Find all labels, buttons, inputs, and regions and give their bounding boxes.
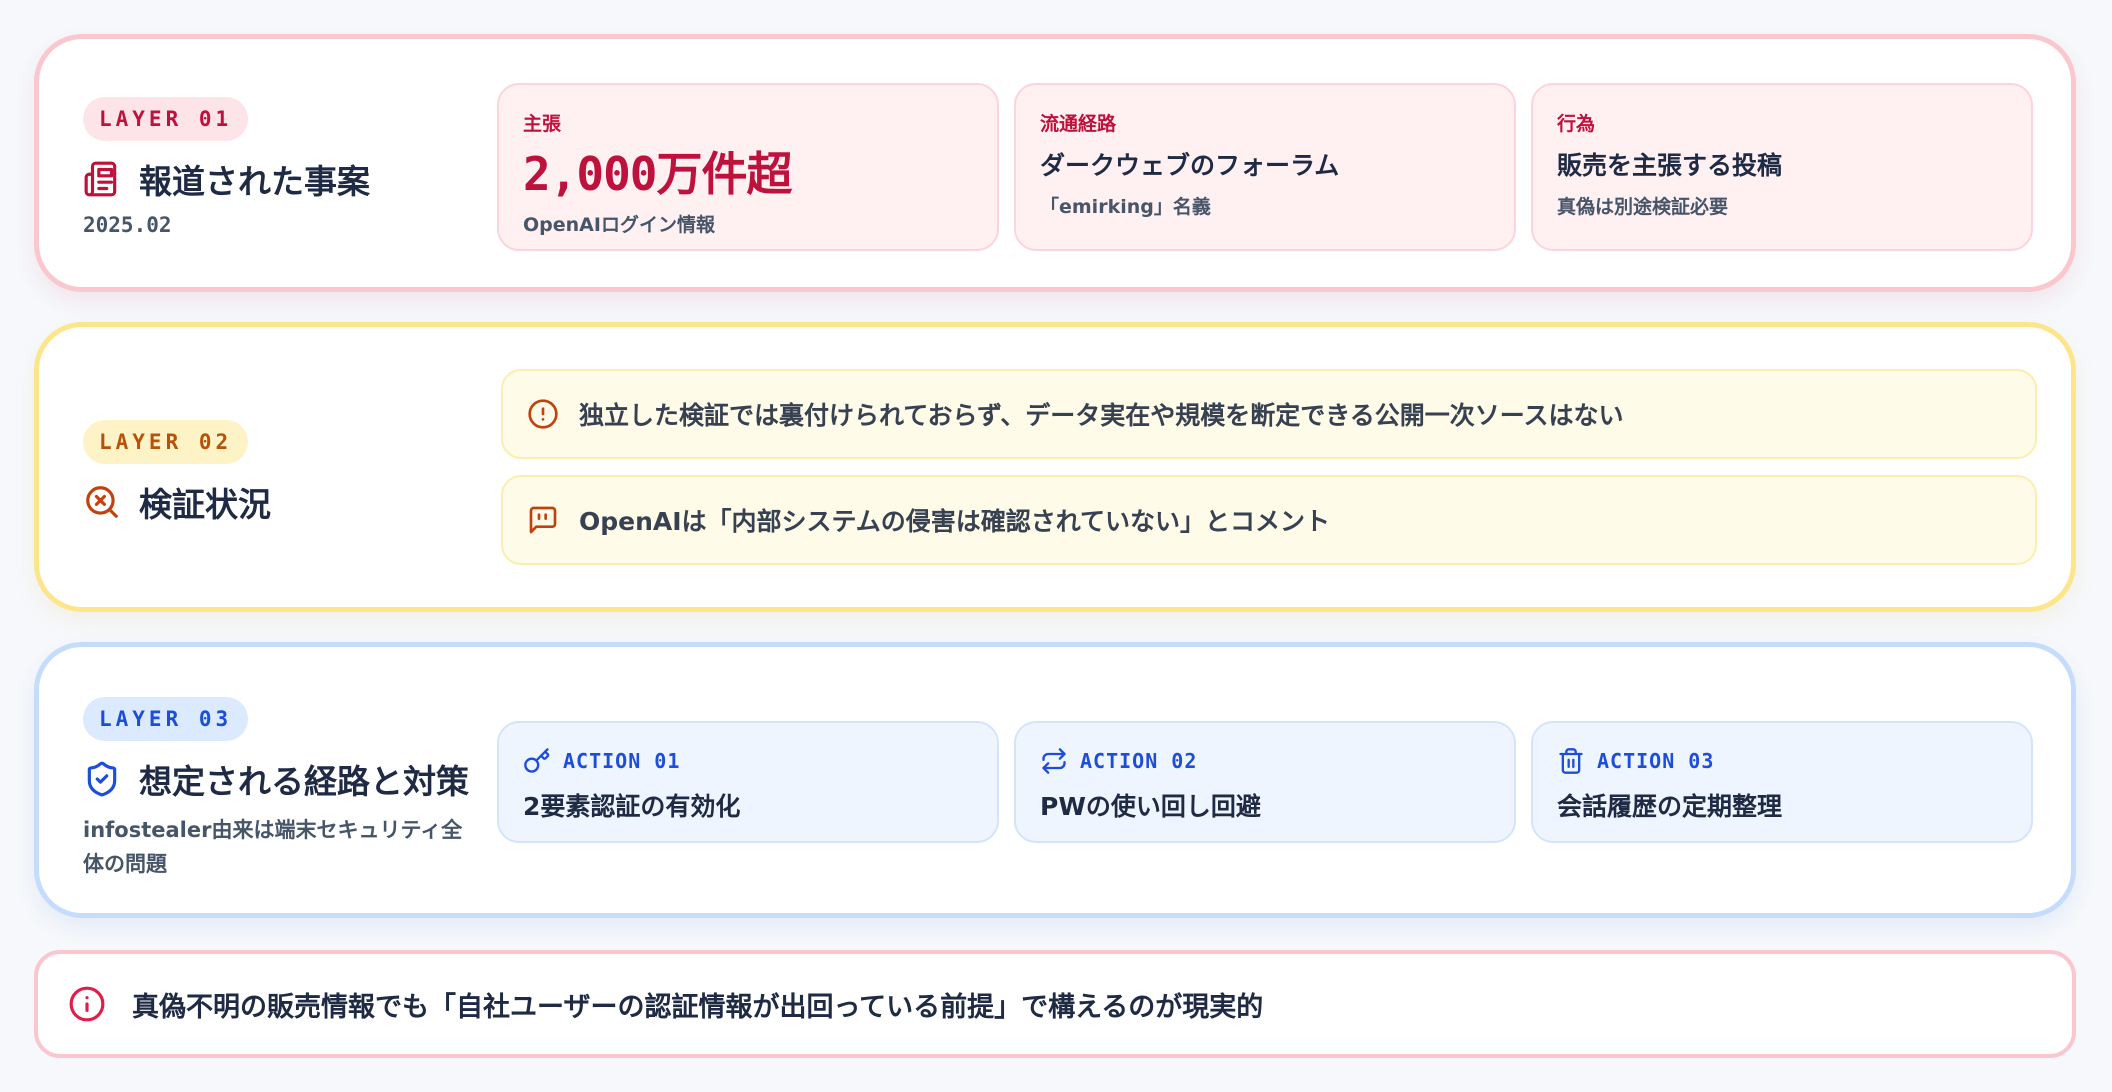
conclusion-banner: 真偽不明の販売情報でも「自社ユーザーの認証情報が出回っている前提」で構えるのが現… (34, 950, 2076, 1058)
layer-01-header: LAYER 01 報道された事案 2025.02 (83, 97, 370, 237)
layer-02-title: 検証状況 (139, 485, 271, 524)
layer-01-badge: LAYER 01 (83, 97, 249, 141)
act-card: 行為 販売を主張する投稿 真偽は別途検証必要 (1531, 83, 2033, 251)
verification-note-text: 独立した検証では裏付けられておらず、データ実在や規模を断定できる公開一次ソースは… (579, 401, 1624, 430)
openai-comment-note: OpenAIは「内部システムの侵害は確認されていない」とコメント (501, 475, 2037, 565)
claim-card-sub: OpenAIログイン情報 (523, 214, 715, 236)
action-03-text: 会話履歴の定期整理 (1557, 792, 1783, 821)
layer-01-date: 2025.02 (83, 213, 172, 237)
action-card-01: ACTION 01 2要素認証の有効化 (497, 721, 999, 843)
layer-02-header: LAYER 02 検証状況 (83, 420, 271, 526)
action-01-text: 2要素認証の有効化 (523, 792, 741, 821)
action-02-label: ACTION 02 (1080, 749, 1198, 773)
action-01-label: ACTION 01 (563, 749, 681, 773)
layer-03-panel: LAYER 03 想定される経路と対策 infostealer由来は端末セキュリ… (34, 642, 2076, 918)
layer-03-title: 想定される経路と対策 (139, 762, 469, 801)
trash-icon (1559, 748, 1583, 774)
claim-card-value: 2,000万件超 (523, 147, 792, 201)
layer-02-badge: LAYER 02 (83, 420, 249, 464)
claim-card-label: 主張 (523, 113, 562, 135)
layer-03-note: infostealer由来は端末セキュリティ全体の問題 (83, 818, 463, 876)
channel-card: 流通経路 ダークウェブのフォーラム 「emirking」名義 (1014, 83, 1516, 251)
act-card-label: 行為 (1557, 113, 1596, 135)
action-card-03: ACTION 03 会話履歴の定期整理 (1531, 721, 2033, 843)
action-03-label: ACTION 03 (1597, 749, 1715, 773)
layer-01-panel: LAYER 01 報道された事案 2025.02 主張 2,000万件超 Ope… (34, 34, 2076, 292)
channel-card-main: ダークウェブのフォーラム (1040, 151, 1340, 180)
shield-check-icon (87, 761, 117, 797)
action-02-text: PWの使い回し回避 (1040, 792, 1261, 821)
newspaper-icon (84, 161, 117, 197)
search-x-icon (86, 486, 118, 518)
verification-note: 独立した検証では裏付けられておらず、データ実在や規模を断定できる公開一次ソースは… (501, 369, 2037, 459)
claim-card: 主張 2,000万件超 OpenAIログイン情報 (497, 83, 999, 251)
quote-icon (529, 506, 557, 534)
layer-02-panel: LAYER 02 検証状況 独立した検証では裏付けられておらず、データ実在や規模… (34, 322, 2076, 612)
layer-03-badge: LAYER 03 (83, 697, 249, 741)
repeat-icon (1042, 748, 1066, 774)
info-icon (69, 986, 105, 1022)
act-card-main: 販売を主張する投稿 (1557, 151, 1783, 180)
action-card-02: ACTION 02 PWの使い回し回避 (1014, 721, 1516, 843)
channel-card-sub: 「emirking」名義 (1040, 196, 1211, 218)
act-card-sub: 真偽は別途検証必要 (1557, 196, 1729, 218)
openai-comment-text: OpenAIは「内部システムの侵害は確認されていない」とコメント (579, 507, 1331, 536)
layer-01-title: 報道された事案 (139, 162, 370, 201)
conclusion-text: 真偽不明の販売情報でも「自社ユーザーの認証情報が出回っている前提」で構えるのが現… (132, 991, 1264, 1023)
alert-circle-icon (528, 399, 558, 429)
key-icon (524, 748, 550, 773)
layer-03-header: LAYER 03 想定される経路と対策 infostealer由来は端末セキュリ… (83, 697, 469, 881)
channel-card-label: 流通経路 (1040, 113, 1117, 135)
